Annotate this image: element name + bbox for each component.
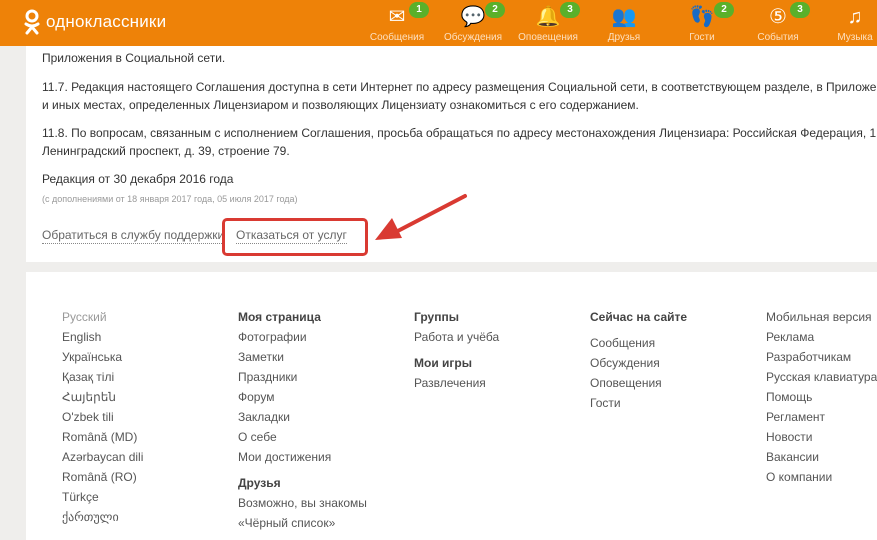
nav-label: Сообщения [369, 32, 425, 43]
footer-link[interactable]: Развлечения [414, 375, 499, 395]
support-link[interactable]: Обратиться в службу поддержки [42, 228, 225, 244]
nav-friends[interactable]: 👥 Друзья [586, 0, 662, 46]
section-heading: Друзья [238, 476, 281, 490]
footer-link[interactable]: Гости [590, 395, 687, 415]
language-option[interactable]: Română (MD) [62, 429, 143, 449]
footer-link[interactable]: Помощь [766, 389, 877, 409]
nav-envelope[interactable]: ✉ Сообщения 1 [359, 0, 435, 46]
nav-label: Обсуждения [443, 32, 503, 43]
logo-text: одноклассники [46, 12, 167, 31]
language-option[interactable]: Қазақ тілі [62, 369, 143, 389]
ok-logo-icon [24, 9, 40, 35]
footer-link[interactable]: Регламент [766, 409, 877, 429]
footer-link[interactable]: О компании [766, 469, 877, 489]
footer-link[interactable]: Русская клавиатура [766, 369, 877, 389]
footer-link[interactable]: Оповещения [590, 375, 687, 395]
footer-link[interactable]: Фотографии [238, 329, 367, 349]
notification-badge: 1 [409, 2, 429, 18]
edition-date: Редакция от 30 декабря 2016 года [42, 172, 234, 186]
language-option[interactable]: ქართული [62, 509, 143, 529]
footer-col-groups: Группы Работа и учёба Мои игры Развлечения [414, 309, 499, 395]
footer-link[interactable]: Обсуждения [590, 355, 687, 375]
nav-music-note[interactable]: ♫ Музыка [817, 0, 877, 46]
nav-footprints[interactable]: 👣 Гости 2 [664, 0, 740, 46]
footer-col-misc: Мобильная версия Реклама Разработчикам Русс… [766, 309, 877, 489]
music-note-icon: ♫ [847, 6, 863, 28]
nav-chat-bubbles[interactable]: 💬 Обсуждения 2 [435, 0, 511, 46]
nav-events[interactable]: ⑤ События 3 [740, 0, 816, 46]
footer-link[interactable]: Заметки [238, 349, 367, 369]
footer-link[interactable]: Мобильная версия [766, 309, 877, 329]
footer-link[interactable]: Мои достижения [238, 449, 367, 469]
section-heading: Группы [414, 310, 459, 324]
footer-link[interactable]: Реклама [766, 329, 877, 349]
footer-col-my-page: Моя страница Фотографии Заметки Праздники Фо… [238, 309, 367, 535]
section-heading: Моя страница [238, 310, 321, 324]
text-line: Приложения в Социальной сети. [42, 51, 226, 65]
language-option[interactable]: Русский [62, 309, 143, 329]
language-list: Русский English Українська Қазақ тілі Հայերե… [62, 309, 143, 529]
nav-label: События [757, 32, 799, 43]
footer-link[interactable]: Возможно, вы знакомы [238, 495, 367, 515]
language-option[interactable]: Українська [62, 349, 143, 369]
footer-col-online: Сейчас на сайте Сообщения Обсуждения Оповещ… [590, 309, 687, 415]
language-option[interactable]: English [62, 329, 143, 349]
section-heading: Мои игры [414, 356, 472, 370]
language-option[interactable]: Română (RO) [62, 469, 143, 489]
language-option[interactable]: Azərbaycan dili [62, 449, 143, 469]
nav-label: Оповещения [518, 32, 578, 43]
friends-icon: 👥 [611, 6, 637, 28]
language-option[interactable]: Հայերեն [62, 389, 143, 409]
amendments-note: (с дополнениями от 18 января 2017 года, … [42, 194, 298, 204]
footer-link[interactable]: Работа и учёба [414, 329, 499, 349]
footer-link[interactable]: Новости [766, 429, 877, 449]
section-heading: Сейчас на сайте [590, 310, 688, 324]
clause-11-7: 11.7. Редакция настоящего Соглашения дос… [42, 80, 877, 112]
footer-link[interactable]: «Чёрный список» [238, 515, 367, 535]
nav-label: Гости [689, 32, 715, 43]
footer-link[interactable]: Сообщения [590, 335, 687, 355]
language-option[interactable]: Türkçe [62, 489, 143, 509]
footer-link[interactable]: Вакансии [766, 449, 877, 469]
footer-link[interactable]: Праздники [238, 369, 367, 389]
annotation-highlight-box [222, 218, 368, 256]
notification-badge: 3 [790, 2, 810, 18]
notification-badge: 3 [560, 2, 580, 18]
nav-bell[interactable]: 🔔 Оповещения 3 [510, 0, 586, 46]
annotation-arrow-icon [375, 194, 467, 240]
notification-badge: 2 [485, 2, 505, 18]
notification-badge: 2 [714, 2, 734, 18]
language-option[interactable]: O'zbek tili [62, 409, 143, 429]
footer-link[interactable]: О себе [238, 429, 367, 449]
nav-label: Друзья [607, 32, 641, 43]
clause-11-8: 11.8. По вопросам, связанным с исполнени… [42, 126, 877, 158]
footer-link[interactable]: Разработчикам [766, 349, 877, 369]
nav-label: Музыка [837, 32, 873, 43]
footer-link[interactable]: Форум [238, 389, 367, 409]
top-bar: одноклассники ✉ Сообщения 1 💬 Обсуждения 2 🔔 Оп… [0, 0, 877, 46]
footer-link[interactable]: Закладки [238, 409, 367, 429]
logo[interactable]: одноклассники [24, 9, 166, 35]
